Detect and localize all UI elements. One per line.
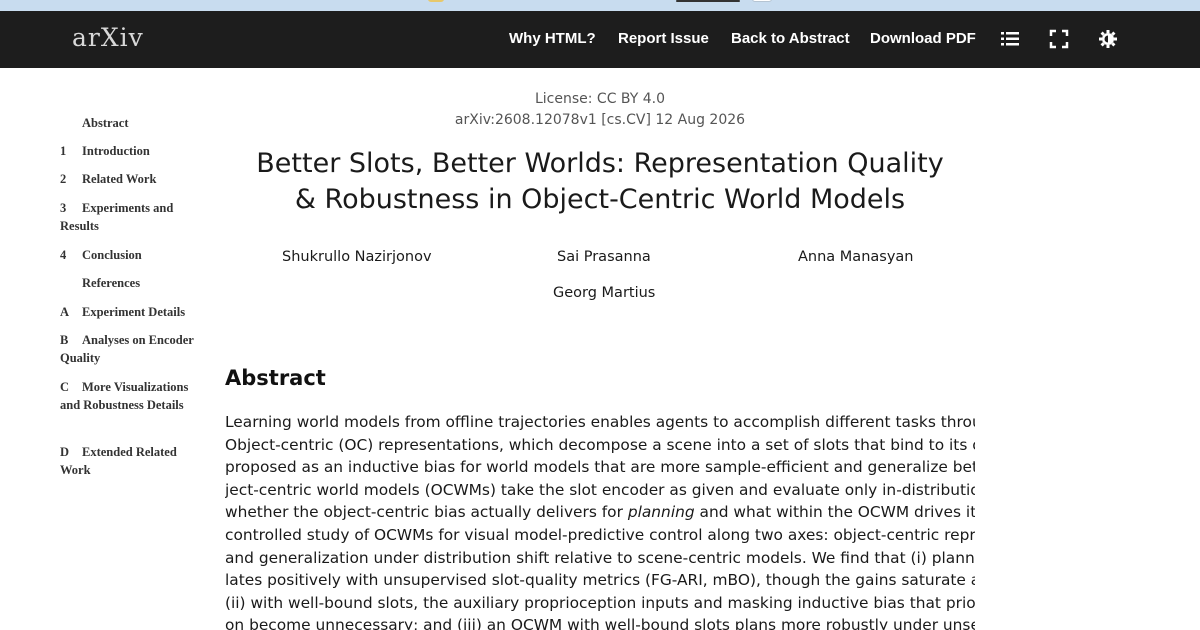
toc-num: 4 — [60, 248, 67, 262]
toc-item-appendix-b[interactable]: B Analyses on Encoder Quality — [60, 331, 205, 367]
toc-num: C — [60, 380, 70, 394]
abstract-text: and what within the OCWM drives it. We c… — [699, 503, 975, 522]
author-name: Anna Manasyan — [798, 249, 914, 265]
toc-num: B — [60, 333, 69, 347]
toc-num: D — [60, 445, 70, 459]
abstract-line: lates positively with unsupervised slot-… — [225, 571, 975, 590]
toc-label: Abstract — [82, 116, 129, 130]
download-pdf-link[interactable]: Download PDF — [870, 30, 976, 47]
author-name: Sai Prasanna — [557, 249, 651, 265]
paper-title-line-1: Better Slots, Better Worlds: Representat… — [256, 148, 944, 179]
toc-item-appendix-d[interactable]: D Extended Related Work — [60, 443, 205, 479]
toc-num: 2 — [60, 172, 67, 186]
toc-item-conclusion[interactable]: 4 Conclusion — [60, 246, 205, 264]
toc-item-abstract[interactable]: Abstract — [60, 114, 205, 132]
report-issue-link[interactable]: Report Issue — [618, 30, 709, 47]
toc-label: Related Work — [82, 172, 157, 186]
emphasis-planning: planning — [627, 503, 695, 522]
why-html-link[interactable]: Why HTML? — [509, 30, 596, 47]
abstract-line: Learning world models from offline traje… — [225, 413, 975, 431]
toc-item-related-work[interactable]: 2 Related Work — [60, 170, 205, 188]
toc-num: 3 — [60, 201, 67, 215]
toc-label: References — [82, 276, 141, 290]
license-line: License: CC BY 4.0 — [534, 91, 666, 107]
paper-title-line-2: & Robustness in Object-Centric World Mod… — [294, 184, 906, 215]
toc-item-references[interactable]: References — [60, 274, 205, 292]
toc-item-appendix-a[interactable]: A Experiment Details — [60, 303, 205, 321]
author-name: Shukrullo Nazirjonov — [282, 249, 432, 265]
banner-link-fragment — [676, 0, 740, 2]
back-to-abstract-link[interactable]: Back to Abstract — [731, 30, 850, 47]
paper-title: Better Slots, Better Worlds: Representat… — [225, 146, 975, 218]
abstract-line-mixed: whether the object-centric bias actually… — [225, 501, 975, 524]
abstract-line: Object-centric (OC) representations, whi… — [225, 435, 975, 454]
abstract-line: and generalization under distribution sh… — [225, 548, 975, 567]
toc-label: Experiment Details — [82, 305, 186, 319]
toc-num: 1 — [60, 144, 67, 158]
abstract-line: ject-centric world models (OCWMs) take t… — [225, 480, 975, 499]
abstract-line: on become unnecessary; and (iii) an OCWM… — [225, 616, 975, 630]
fullscreen-icon[interactable] — [1048, 28, 1070, 50]
toc-label: Conclusion — [82, 248, 142, 262]
author-name: Georg Martius — [553, 285, 656, 301]
arxiv-logo[interactable]: arXiv — [72, 23, 144, 52]
top-navbar: arXiv Why HTML? Report Issue Back to Abs… — [0, 11, 1200, 68]
abstract-text: whether the object-centric bias actually… — [225, 503, 623, 522]
toc-num: A — [60, 305, 70, 319]
abstract-heading: Abstract — [225, 366, 326, 390]
abstract-body: Learning world models from offline traje… — [225, 411, 975, 630]
arxiv-id-line: arXiv:2608.12078v1 [cs.CV] 12 Aug 2026 — [454, 112, 746, 128]
arxiv-logo-text: arXiv — [72, 23, 144, 52]
abstract-line: proposed as an inductive bias for world … — [225, 458, 975, 477]
list-icon[interactable] — [999, 28, 1021, 50]
toc-item-experiments[interactable]: 3 Experiments and Results — [60, 199, 205, 235]
banner-button-fragment — [752, 0, 772, 2]
toc-label: Introduction — [82, 144, 150, 158]
theme-gear-icon[interactable] — [1097, 28, 1119, 50]
abstract-line: controlled study of OCWMs for visual mod… — [225, 525, 975, 544]
abstract-line: (ii) with well-bound slots, the auxiliar… — [225, 593, 975, 612]
toc-item-introduction[interactable]: 1 Introduction — [60, 142, 205, 160]
toc-item-appendix-c[interactable]: C More Visualizations and Robustness Deta… — [60, 378, 205, 414]
browser-top-strip — [0, 0, 1200, 11]
favicon-fragment — [428, 0, 444, 2]
